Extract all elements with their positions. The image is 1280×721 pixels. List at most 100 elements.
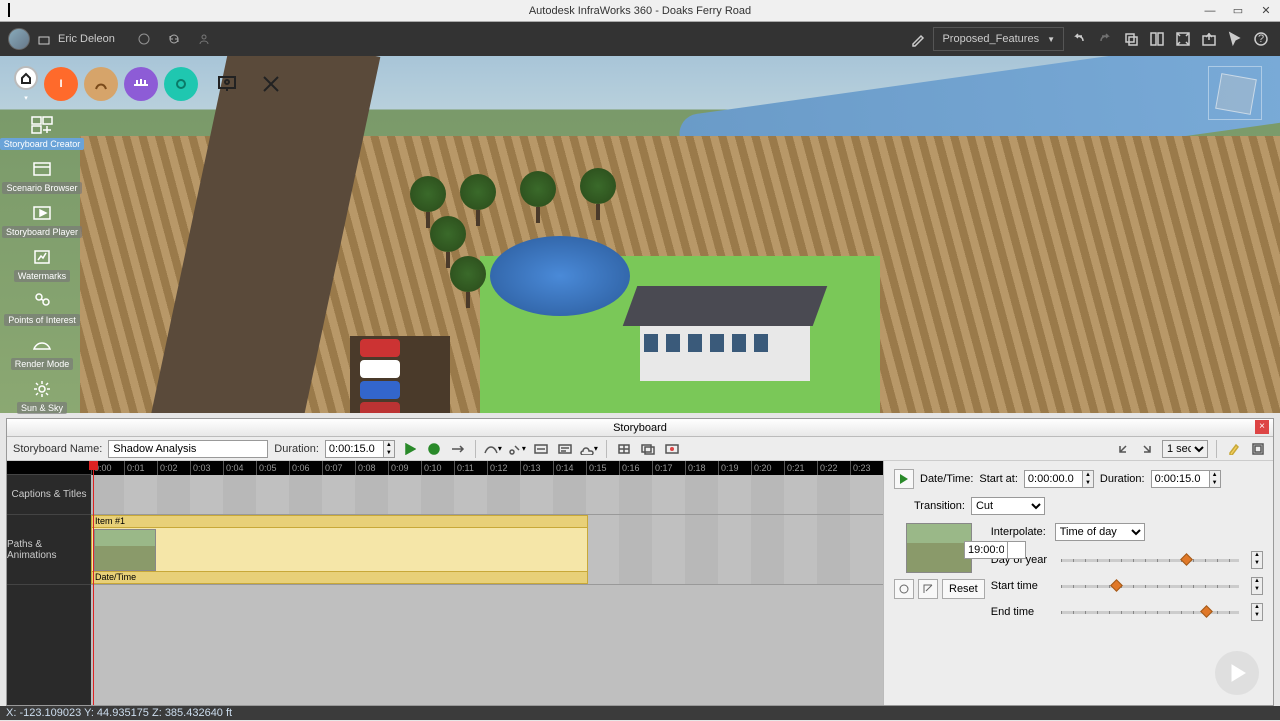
sync-icon[interactable] — [163, 28, 185, 50]
presentation-icon[interactable] — [212, 69, 242, 99]
ruler-tick: 0:21 — [784, 461, 817, 475]
infraworks-mode-icon[interactable]: I — [44, 67, 78, 101]
storyboard-duration-spinner[interactable]: ▲▼ — [325, 440, 395, 458]
timeline-clip[interactable]: Item #1 Date/Time — [91, 515, 588, 584]
add-title-icon[interactable] — [532, 440, 550, 458]
ruler-tick: 0:20 — [751, 461, 784, 475]
tool-render-mode[interactable]: Render Mode — [6, 332, 78, 372]
layers-icon[interactable] — [639, 440, 657, 458]
highlight-icon[interactable] — [1225, 440, 1243, 458]
duplicate-icon[interactable] — [1120, 28, 1142, 50]
timeline-ruler[interactable]: 0:000:010:020:030:040:050:060:070:080:09… — [91, 461, 883, 475]
user-avatar[interactable] — [8, 28, 30, 50]
tools-icon[interactable] — [256, 69, 286, 99]
zoom-select[interactable]: 1 sec — [1162, 440, 1208, 458]
home-dropdown-icon[interactable]: ▾ — [24, 94, 28, 102]
captions-track[interactable] — [91, 475, 883, 515]
track-header-paths[interactable]: Paths & Animations — [7, 515, 91, 585]
play-button[interactable] — [401, 440, 419, 458]
tool-sun-sky[interactable]: Sun & Sky — [6, 376, 78, 416]
close-button[interactable]: ✕ — [1252, 0, 1280, 22]
snap-icon[interactable] — [615, 440, 633, 458]
step-button[interactable] — [449, 440, 467, 458]
bridge-mode-icon[interactable] — [124, 67, 158, 101]
big-play-button[interactable] — [1215, 651, 1259, 695]
tool-label: Watermarks — [14, 270, 70, 282]
fullscreen-icon[interactable] — [1172, 28, 1194, 50]
property-thumbnail — [906, 523, 972, 573]
view-cube[interactable] — [1208, 66, 1262, 120]
clip-thumbnail — [94, 529, 156, 571]
roadway-mode-icon[interactable] — [84, 67, 118, 101]
tool-label: Scenario Browser — [2, 182, 81, 194]
export-icon[interactable] — [1198, 28, 1220, 50]
share-icon[interactable] — [193, 28, 215, 50]
tool-watermarks[interactable]: Watermarks — [6, 244, 78, 284]
undo-icon[interactable] — [1068, 28, 1090, 50]
dayofyear-slider[interactable] — [1061, 552, 1239, 568]
tool-points-of-interest[interactable]: Points of Interest — [6, 288, 78, 328]
capture-view-button[interactable] — [894, 579, 914, 599]
transition-select[interactable]: Cut — [971, 497, 1045, 515]
home-icon[interactable] — [36, 31, 52, 47]
zoom-out-icon[interactable] — [1114, 440, 1132, 458]
storyboard-toolbar: Storyboard Name: Duration: ▲▼ ▾ ▾ ▾ 1 se… — [7, 437, 1273, 461]
tool-label: Points of Interest — [4, 314, 80, 326]
storyboard-player-icon — [29, 202, 55, 224]
text-cursor — [8, 3, 10, 17]
startat-input[interactable] — [1024, 470, 1082, 488]
add-weather-icon[interactable]: ▾ — [580, 440, 598, 458]
ruler-tick: 0:03 — [190, 461, 223, 475]
interpolate-select[interactable]: Time of day — [1055, 523, 1145, 541]
ruler-tick: 0:09 — [388, 461, 421, 475]
maximize-button[interactable]: ▭ — [1224, 0, 1252, 22]
ruler-tick: 0:11 — [454, 461, 487, 475]
storyboard-duration-label: Duration: — [274, 443, 319, 455]
storyboard-duration-input[interactable] — [325, 440, 383, 458]
drainage-mode-icon[interactable] — [164, 67, 198, 101]
help-icon[interactable]: ? — [1250, 28, 1272, 50]
add-camera-path-icon[interactable]: ▾ — [484, 440, 502, 458]
stop-button[interactable] — [425, 440, 443, 458]
tool-storyboard-player[interactable]: Storyboard Player — [6, 200, 78, 240]
home-mode-icon[interactable] — [14, 66, 38, 90]
ruler-tick: 0:13 — [520, 461, 553, 475]
zoom-in-icon[interactable] — [1138, 440, 1156, 458]
playhead[interactable] — [93, 461, 94, 705]
ruler-tick: 0:18 — [685, 461, 718, 475]
export-video-icon[interactable] — [663, 440, 681, 458]
goto-view-button[interactable] — [918, 579, 938, 599]
storyboard-panel-title[interactable]: Storyboard × — [7, 419, 1273, 437]
panel-close-icon[interactable]: × — [1255, 420, 1269, 434]
redo-icon[interactable] — [1094, 28, 1116, 50]
settings-icon[interactable] — [1249, 440, 1267, 458]
startat-spinner[interactable]: ▲▼ — [1024, 470, 1094, 488]
add-keyframe-icon[interactable]: ▾ — [508, 440, 526, 458]
preview-play-button[interactable] — [894, 469, 914, 489]
paths-track[interactable]: Item #1 Date/Time — [91, 515, 883, 585]
model-viewport[interactable] — [0, 56, 1280, 413]
storyboard-panel: Storyboard × Storyboard Name: Duration: … — [6, 418, 1274, 706]
endtime-slider[interactable] — [1061, 604, 1239, 620]
edit-proposal-icon[interactable] — [907, 28, 929, 50]
starttime-slider[interactable] — [1061, 578, 1239, 594]
clip-title: Item #1 — [92, 516, 587, 528]
endtime-input[interactable] — [964, 541, 1008, 559]
clip-duration-spinner[interactable]: ▲▼ — [1151, 470, 1221, 488]
cursor-icon[interactable] — [1224, 28, 1246, 50]
chat-icon[interactable] — [133, 28, 155, 50]
tool-scenario-browser[interactable]: Scenario Browser — [6, 156, 78, 196]
tool-label: Render Mode — [11, 358, 74, 370]
add-caption-icon[interactable] — [556, 440, 574, 458]
ruler-tick: 0:07 — [322, 461, 355, 475]
clip-duration-input[interactable] — [1151, 470, 1209, 488]
reset-button[interactable]: Reset — [942, 579, 985, 599]
timeline[interactable]: Captions & Titles Paths & Animations 0:0… — [7, 461, 883, 705]
tool-storyboard-creator[interactable]: Storyboard Creator — [6, 112, 78, 152]
panels-icon[interactable] — [1146, 28, 1168, 50]
proposal-dropdown[interactable]: Proposed_Features ▼ — [933, 27, 1064, 51]
ruler-tick: 0:01 — [124, 461, 157, 475]
track-header-captions[interactable]: Captions & Titles — [7, 475, 91, 515]
minimize-button[interactable]: — — [1196, 0, 1224, 22]
storyboard-name-input[interactable] — [108, 440, 268, 458]
